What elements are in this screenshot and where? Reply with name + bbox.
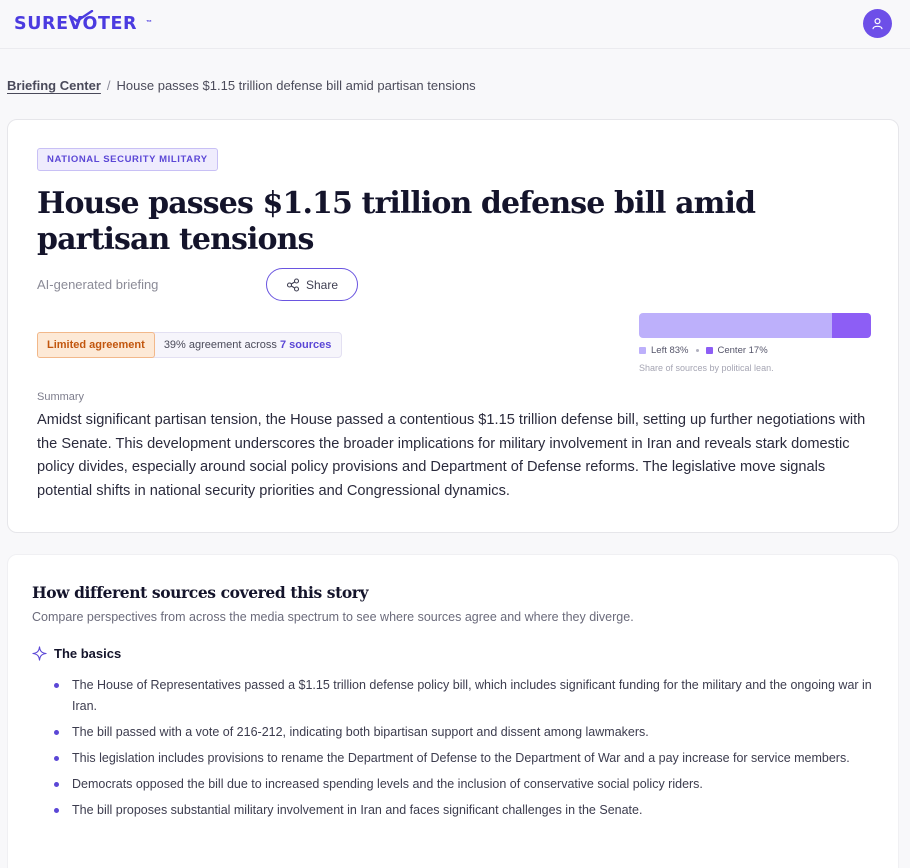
lean-legend: Left 83% Center 17% (639, 345, 768, 356)
basics-item: This legislation includes provisions to … (54, 748, 876, 769)
coverage-subtitle: Compare perspectives from across the med… (32, 610, 634, 624)
legend-center-swatch (705, 347, 713, 354)
user-avatar-button[interactable] (863, 9, 892, 38)
political-lean-bar (639, 313, 871, 338)
coverage-card: How different sources covered this story… (7, 554, 899, 868)
lean-caption: Share of sources by political lean. (639, 363, 774, 373)
coverage-title: How different sources covered this story (32, 583, 369, 602)
breadcrumb-current-page: House passes $1.15 trillion defense bill… (116, 78, 476, 93)
article-headline: House passes $1.15 trillion defense bill… (37, 186, 756, 257)
lean-bar-left-segment (639, 313, 832, 338)
legend-left-label: Left 83% (651, 345, 689, 356)
ai-generated-label: AI-generated briefing (37, 277, 159, 292)
topic-tag[interactable]: NATIONAL SECURITY MILITARY (37, 148, 218, 171)
agreement-summary: 39% agreement across 7 sources (155, 333, 342, 357)
logo-check-icon (68, 10, 94, 22)
legend-center-label: Center 17% (717, 345, 768, 356)
breadcrumb: Briefing Center / House passes $1.15 tri… (7, 78, 476, 93)
breadcrumb-briefing-center-link[interactable]: Briefing Center (7, 78, 101, 93)
summary-label: Summary (37, 391, 85, 403)
legend-separator-dot (695, 349, 699, 352)
basics-item: The bill passed with a vote of 216-212, … (54, 722, 876, 743)
share-button-label: Share (305, 277, 339, 292)
top-bar: SUREVOTER ™ (0, 0, 910, 49)
sparkle-icon (32, 646, 47, 661)
agreement-text: 39% agreement across (163, 339, 277, 351)
agreement-indicator: Limited agreement 39% agreement across 7… (37, 332, 343, 358)
surevoter-logo[interactable]: SUREVOTER ™ (14, 9, 152, 39)
share-icon (286, 277, 300, 292)
share-button[interactable]: Share (266, 268, 358, 301)
sources-count-link[interactable]: 7 sources (280, 339, 331, 351)
breadcrumb-separator: / (106, 78, 111, 93)
summary-text: Amidst significant partisan tension, the… (37, 412, 866, 499)
logo-trademark: ™ (146, 20, 152, 26)
basics-list: The House of Representatives passed a $1… (54, 675, 876, 826)
basics-item: The bill proposes substantial military i… (54, 800, 876, 821)
article-card: NATIONAL SECURITY MILITARY House passes … (7, 119, 899, 533)
user-icon (872, 18, 883, 30)
legend-left-swatch (639, 347, 646, 354)
lean-bar-center-segment (831, 313, 871, 338)
basics-title: The basics (54, 646, 122, 661)
agreement-level-badge: Limited agreement (37, 332, 155, 358)
basics-item: The House of Representatives passed a $1… (54, 675, 876, 716)
basics-item: Democrats opposed the bill due to increa… (54, 774, 876, 795)
basics-heading: The basics (32, 646, 121, 661)
